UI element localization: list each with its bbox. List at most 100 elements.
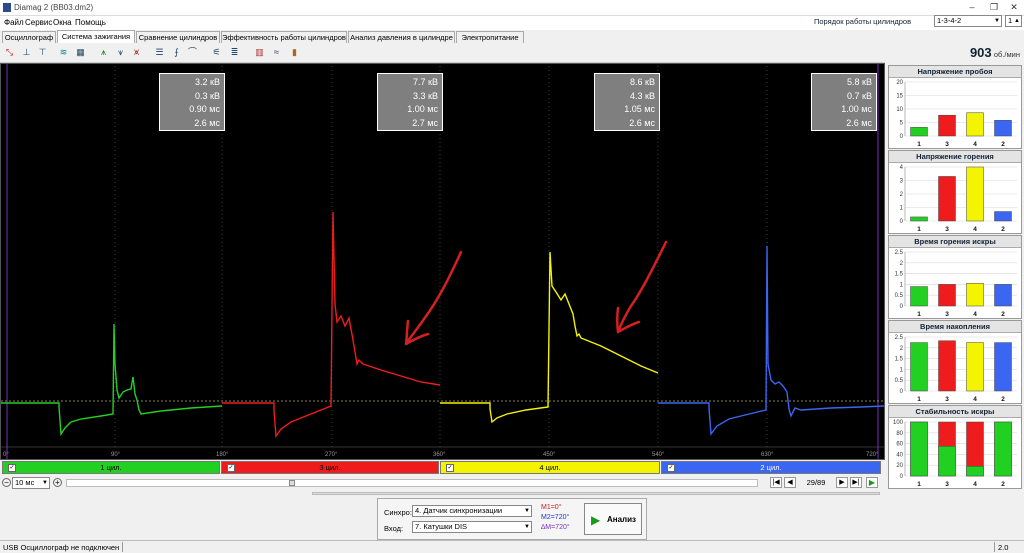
status-divider	[994, 542, 995, 552]
toolbar: ⤡ ⊥ ⊤ ≋ ▦ ⩚ ⩛ ⩙ ☰ ⨍ ⌒ ⚟ ≣ ▥ ≈ ▮	[0, 43, 885, 63]
check-icon[interactable]: ✓	[667, 464, 675, 472]
tab-cylinder-efficiency[interactable]: Эффективность работы цилиндров	[221, 31, 347, 43]
wave-split-icon[interactable]: ⩛	[114, 46, 127, 59]
pulse-icon[interactable]: ⌒	[186, 46, 199, 59]
tab-pressure-analysis[interactable]: Анализ давления в цилиндре	[348, 31, 455, 43]
category-label: 2	[1001, 141, 1005, 148]
menu-service[interactable]: Сервис	[25, 18, 52, 27]
y-tick-label: 0.5	[895, 378, 904, 384]
overlay-icon[interactable]: ≈	[270, 46, 283, 59]
play-icon[interactable]: ▶	[866, 477, 878, 488]
x-label: 180°	[216, 452, 229, 458]
rpm-value: 903	[969, 45, 992, 60]
tab-strip: Осциллограф Система зажигания Сравнение …	[0, 30, 560, 43]
last-frame-icon[interactable]: ▶|	[850, 477, 862, 488]
wave-red-icon[interactable]: ⩙	[130, 46, 143, 59]
check-icon[interactable]: ✓	[446, 464, 454, 472]
burn-time: 0.90 мс	[189, 104, 220, 114]
y-tick-label: 1.5	[895, 272, 904, 278]
time-scrollbar[interactable]	[66, 479, 758, 487]
filter-icon[interactable]: ⨍	[170, 46, 183, 59]
input-value: 7. Катушки DIS	[415, 522, 468, 531]
y-tick-label: 20	[896, 80, 903, 86]
layers-icon[interactable]: ≋	[57, 46, 70, 59]
category-label: 1	[917, 481, 921, 488]
splitter[interactable]	[312, 492, 880, 495]
firing-order-control: Порядок работы цилиндров 1-3-4-2 ▼ 1 ▲	[814, 14, 1024, 30]
x-label: 450°	[543, 452, 556, 458]
y-tick-label: 1	[900, 206, 904, 212]
analyze-button[interactable]: ▶ Анализ	[584, 503, 642, 535]
y-tick-label: 5	[900, 121, 904, 127]
y-tick-label: 0	[900, 474, 904, 480]
cylinder-tab-4[interactable]: ✓ 4 цил.	[440, 461, 660, 474]
y-tick-label: 0	[900, 389, 904, 395]
bar	[910, 127, 928, 137]
bar	[966, 466, 984, 477]
annotation-arrow-left	[404, 250, 463, 346]
bar-chart-icon[interactable]: ▮	[288, 46, 301, 59]
cursor-tool-icon[interactable]: ⤡	[3, 46, 16, 59]
marker-right-icon[interactable]: ⊤	[36, 46, 49, 59]
bar	[910, 286, 928, 307]
check-icon[interactable]: ✓	[8, 464, 16, 472]
first-frame-icon[interactable]: |◀	[770, 477, 782, 488]
table-icon[interactable]: ▦	[74, 46, 87, 59]
tab-power-supply[interactable]: Электропитание	[456, 31, 524, 43]
chevron-down-icon: ▼	[524, 508, 530, 514]
cylinder-tab-3[interactable]: ✓ 3 цил.	[221, 461, 439, 474]
marker-delta: ∆M=720°	[541, 524, 570, 531]
cylinder-tab-1[interactable]: ✓ 1 цил.	[2, 461, 220, 474]
category-label: 3	[945, 311, 949, 318]
marker-m2: M2=720°	[541, 514, 570, 521]
y-tick-label: 1	[900, 282, 904, 288]
firing-order-select[interactable]: 1-3-4-2 ▼	[934, 15, 1002, 27]
chart-breakdown-voltage: Напряжение пробоя 20 15 10 5 0 1 3 4 2	[888, 65, 1022, 149]
tab-ignition-system[interactable]: Система зажигания	[57, 30, 135, 43]
waveform-cyl1	[1, 323, 223, 437]
firing-order-spinner[interactable]: 1 ▲	[1005, 15, 1022, 27]
time-scale-select[interactable]: 10 мс ▼	[12, 477, 50, 489]
y-tick-label: 100	[893, 420, 904, 426]
scroll-thumb[interactable]	[289, 480, 295, 486]
x-label: 0°	[3, 452, 9, 458]
next-frame-icon[interactable]: ▶	[836, 477, 848, 488]
x-label: 270°	[325, 452, 338, 458]
sync-select[interactable]: 4. Датчик синхронизации ▼	[412, 505, 532, 517]
bar	[994, 421, 1012, 477]
check-icon[interactable]: ✓	[227, 464, 235, 472]
marker-left-icon[interactable]: ⊥	[20, 46, 33, 59]
bar	[938, 446, 956, 477]
chart-title: Стабильность искры	[889, 406, 1021, 418]
channels-icon[interactable]: ⚟	[210, 46, 223, 59]
minimize-icon[interactable]: –	[966, 2, 978, 13]
category-label: 2	[1001, 396, 1005, 403]
tab-cylinder-comparison[interactable]: Сравнение цилиндров	[136, 31, 220, 43]
chart-title: Время горения искры	[889, 236, 1021, 248]
y-tick-label: 0	[900, 304, 904, 310]
y-tick-label: 2	[900, 261, 904, 267]
tab-oscilloscope[interactable]: Осциллограф	[2, 31, 56, 43]
close-icon[interactable]: ✕	[1008, 2, 1020, 13]
lines-icon[interactable]: ☰	[153, 46, 166, 59]
prev-frame-icon[interactable]: ◀	[784, 477, 796, 488]
analysis-panel: Синхро: 4. Датчик синхронизации ▼ Вход: 7…	[0, 490, 885, 540]
ignition-oscillogram[interactable]: 0° 90° 180° 270° 360° 450° 540° 630° 720…	[0, 63, 885, 460]
category-label: 2	[1001, 226, 1005, 233]
menu-windows[interactable]: Окна	[53, 18, 72, 27]
input-select[interactable]: 7. Катушки DIS ▼	[412, 521, 532, 533]
menu-help[interactable]: Помощь	[75, 18, 106, 27]
y-tick-label: 1.5	[895, 357, 904, 363]
stack-icon[interactable]: ≣	[228, 46, 241, 59]
wave-green-icon[interactable]: ⩚	[97, 46, 110, 59]
category-label: 1	[917, 141, 921, 148]
cylinder-tab-2[interactable]: ✓ 2 цил.	[661, 461, 881, 474]
burn-time: 1.05 мс	[624, 104, 655, 114]
info-box-cyl3: 7.7 кВ 3.3 кВ 1.00 мс 2.7 мс	[377, 73, 443, 131]
menu-file[interactable]: Файл	[4, 18, 24, 27]
zoom-out-icon[interactable]: −	[2, 478, 11, 487]
histogram-icon[interactable]: ▥	[253, 46, 266, 59]
zoom-in-icon[interactable]: +	[53, 478, 62, 487]
restore-icon[interactable]: ❐	[988, 2, 1000, 13]
bar	[910, 342, 928, 392]
